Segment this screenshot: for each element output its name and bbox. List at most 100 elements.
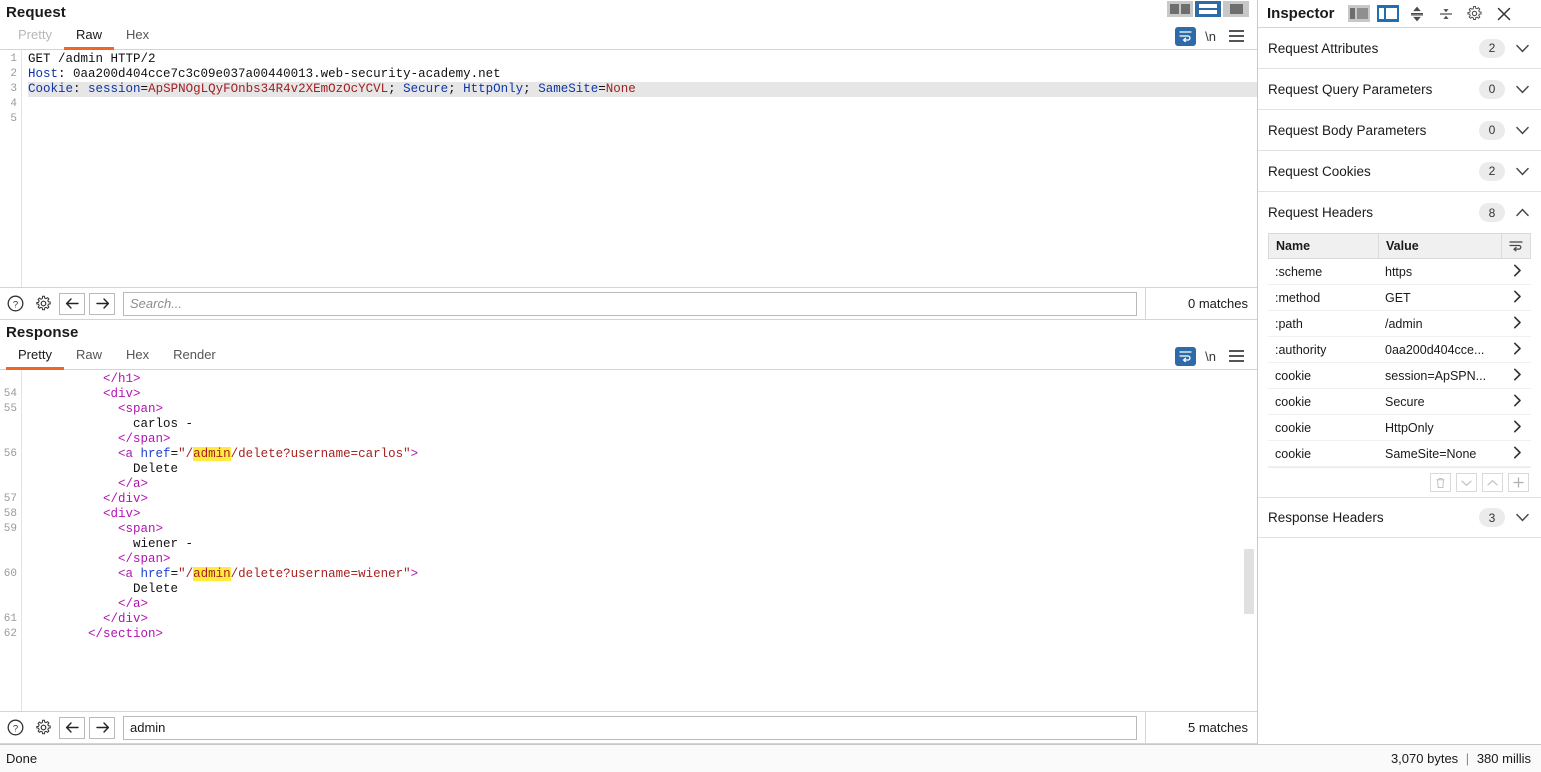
- line-number: [0, 597, 17, 612]
- table-row[interactable]: cookie SameSite=None: [1268, 441, 1531, 467]
- inspector-collapse-all-button[interactable]: [1435, 4, 1457, 24]
- inspector-section-request-query-parameters[interactable]: Request Query Parameters 0: [1258, 69, 1541, 110]
- code-token: 0aa200d404cce7c3c09e037a00440013.web-sec…: [73, 67, 501, 81]
- inspector-panel-right-button[interactable]: [1376, 4, 1399, 24]
- inspector-expand-all-button[interactable]: [1406, 4, 1428, 24]
- table-row[interactable]: :method GET: [1268, 285, 1531, 311]
- response-search-input[interactable]: [123, 715, 1137, 740]
- chevron-right-icon[interactable]: [1503, 368, 1531, 384]
- tab-request-pretty[interactable]: Pretty: [6, 25, 64, 50]
- tab-response-raw[interactable]: Raw: [64, 345, 114, 370]
- inspector-panel-left-button[interactable]: [1347, 4, 1370, 24]
- move-header-up-button[interactable]: [1482, 473, 1503, 492]
- tab-request-raw[interactable]: Raw: [63, 25, 114, 50]
- inspector-section-response-headers[interactable]: Response Headers 3: [1258, 497, 1541, 538]
- chevron-right-icon[interactable]: [1503, 264, 1531, 280]
- header-name-cell[interactable]: cookie: [1268, 395, 1378, 409]
- request-help-button[interactable]: ?: [3, 292, 27, 316]
- header-value-cell[interactable]: session=ApSPN...: [1378, 369, 1503, 383]
- chevron-down-icon: [1515, 167, 1529, 176]
- header-value-cell[interactable]: 0aa200d404cce...: [1378, 343, 1503, 357]
- column-header-value[interactable]: Value: [1379, 233, 1502, 259]
- tab-response-hex[interactable]: Hex: [114, 345, 161, 370]
- chevron-right-icon[interactable]: [1503, 394, 1531, 410]
- inspector-section-request-attributes[interactable]: Request Attributes 2: [1258, 28, 1541, 69]
- response-scrollbar[interactable]: [1244, 374, 1254, 707]
- inspector-section-request-headers[interactable]: Request Headers 8: [1258, 192, 1541, 233]
- request-search-prev-button[interactable]: [59, 292, 85, 315]
- delete-header-button[interactable]: [1430, 473, 1451, 492]
- inspector-section-request-cookies[interactable]: Request Cookies 2: [1258, 151, 1541, 192]
- chevron-right-icon[interactable]: [1503, 446, 1531, 462]
- header-name-cell[interactable]: :method: [1268, 291, 1378, 305]
- response-search-settings-button[interactable]: [31, 716, 55, 740]
- layout-single-pane-button[interactable]: [1223, 1, 1249, 17]
- tab-request-hex[interactable]: Hex: [114, 25, 161, 50]
- header-value-cell[interactable]: Secure: [1378, 395, 1503, 409]
- response-help-button[interactable]: ?: [3, 716, 27, 740]
- response-search-next-button[interactable]: [89, 716, 115, 739]
- request-code[interactable]: GET /admin HTTP/2 Host: 0aa200d404cce7c3c…: [22, 50, 1257, 287]
- tab-response-pretty[interactable]: Pretty: [6, 345, 64, 370]
- request-search-next-button[interactable]: [89, 292, 115, 315]
- response-word-wrap-button[interactable]: [1174, 346, 1196, 366]
- request-word-wrap-button[interactable]: [1174, 26, 1196, 46]
- line-number: 59: [3, 523, 17, 535]
- table-row[interactable]: :path/admin: [1268, 311, 1531, 337]
- chevron-right-icon[interactable]: [1503, 420, 1531, 436]
- header-name-cell[interactable]: cookie: [1268, 369, 1378, 383]
- layout-split-vertical-button[interactable]: [1167, 1, 1193, 17]
- request-line-numbers: 1 2 3 4 5: [0, 50, 22, 287]
- header-value-cell[interactable]: /admin: [1378, 317, 1503, 331]
- move-header-down-button[interactable]: [1456, 473, 1477, 492]
- layout-toggle-group[interactable]: [1167, 1, 1249, 17]
- header-value-cell[interactable]: HttpOnly: [1378, 421, 1503, 435]
- code-token: =: [170, 447, 179, 461]
- layout-split-horizontal-button[interactable]: [1195, 1, 1221, 17]
- response-editor[interactable]: 54 55 56 57 58 59 60 61 62 </h1> <div> <span> ca…: [0, 370, 1257, 712]
- request-editor-menu-button[interactable]: [1225, 26, 1247, 46]
- inspector-close-button[interactable]: [1493, 4, 1515, 24]
- chevron-right-icon[interactable]: [1503, 290, 1531, 306]
- request-editor[interactable]: 1 2 3 4 5 GET /admin HTTP/2 Host: 0aa200d404c…: [0, 50, 1257, 288]
- code-token: SameSite: [538, 82, 599, 96]
- request-search-input[interactable]: [123, 291, 1137, 316]
- line-number: [0, 372, 17, 387]
- header-name-cell[interactable]: cookie: [1268, 421, 1378, 435]
- table-row[interactable]: :scheme https: [1268, 259, 1531, 285]
- header-value-cell[interactable]: https: [1378, 265, 1503, 279]
- header-name-cell[interactable]: :scheme: [1268, 265, 1378, 279]
- code-line: wiener -: [28, 537, 1257, 552]
- response-search-prev-button[interactable]: [59, 716, 85, 739]
- line-number: 61: [3, 613, 17, 625]
- inspector-settings-button[interactable]: [1464, 4, 1486, 24]
- table-row[interactable]: cookie session=ApSPN...: [1268, 363, 1531, 389]
- response-show-newlines-button[interactable]: \n: [1205, 349, 1216, 364]
- line-number: [0, 417, 17, 432]
- request-search-settings-button[interactable]: [31, 292, 55, 316]
- header-value-cell[interactable]: GET: [1378, 291, 1503, 305]
- code-token: :: [73, 82, 89, 96]
- chevron-right-icon[interactable]: [1503, 316, 1531, 332]
- column-header-name[interactable]: Name: [1269, 233, 1379, 259]
- response-code[interactable]: </h1> <div> <span> carlos - </span> <a h…: [22, 370, 1257, 711]
- table-row[interactable]: cookie HttpOnly: [1268, 415, 1531, 441]
- table-row[interactable]: :authority 0aa200d404cce...: [1268, 337, 1531, 363]
- tab-response-render[interactable]: Render: [161, 345, 228, 370]
- header-value-cell[interactable]: SameSite=None: [1378, 447, 1503, 461]
- inspector-section-request-body-parameters[interactable]: Request Body Parameters 0: [1258, 110, 1541, 151]
- column-options-icon[interactable]: [1502, 240, 1530, 252]
- header-name-cell[interactable]: :path: [1268, 317, 1378, 331]
- chevron-right-icon[interactable]: [1503, 342, 1531, 358]
- code-token: admin: [193, 447, 231, 461]
- code-line: </a>: [28, 477, 1257, 492]
- header-name-cell[interactable]: cookie: [1268, 447, 1378, 461]
- request-show-newlines-button[interactable]: \n: [1205, 29, 1216, 44]
- code-line: <div>: [28, 507, 1257, 522]
- header-name-cell[interactable]: :authority: [1268, 343, 1378, 357]
- code-token: None: [605, 82, 636, 96]
- table-row[interactable]: cookie Secure: [1268, 389, 1531, 415]
- code-token: >: [155, 522, 164, 536]
- add-header-button[interactable]: [1508, 473, 1529, 492]
- response-editor-menu-button[interactable]: [1225, 346, 1247, 366]
